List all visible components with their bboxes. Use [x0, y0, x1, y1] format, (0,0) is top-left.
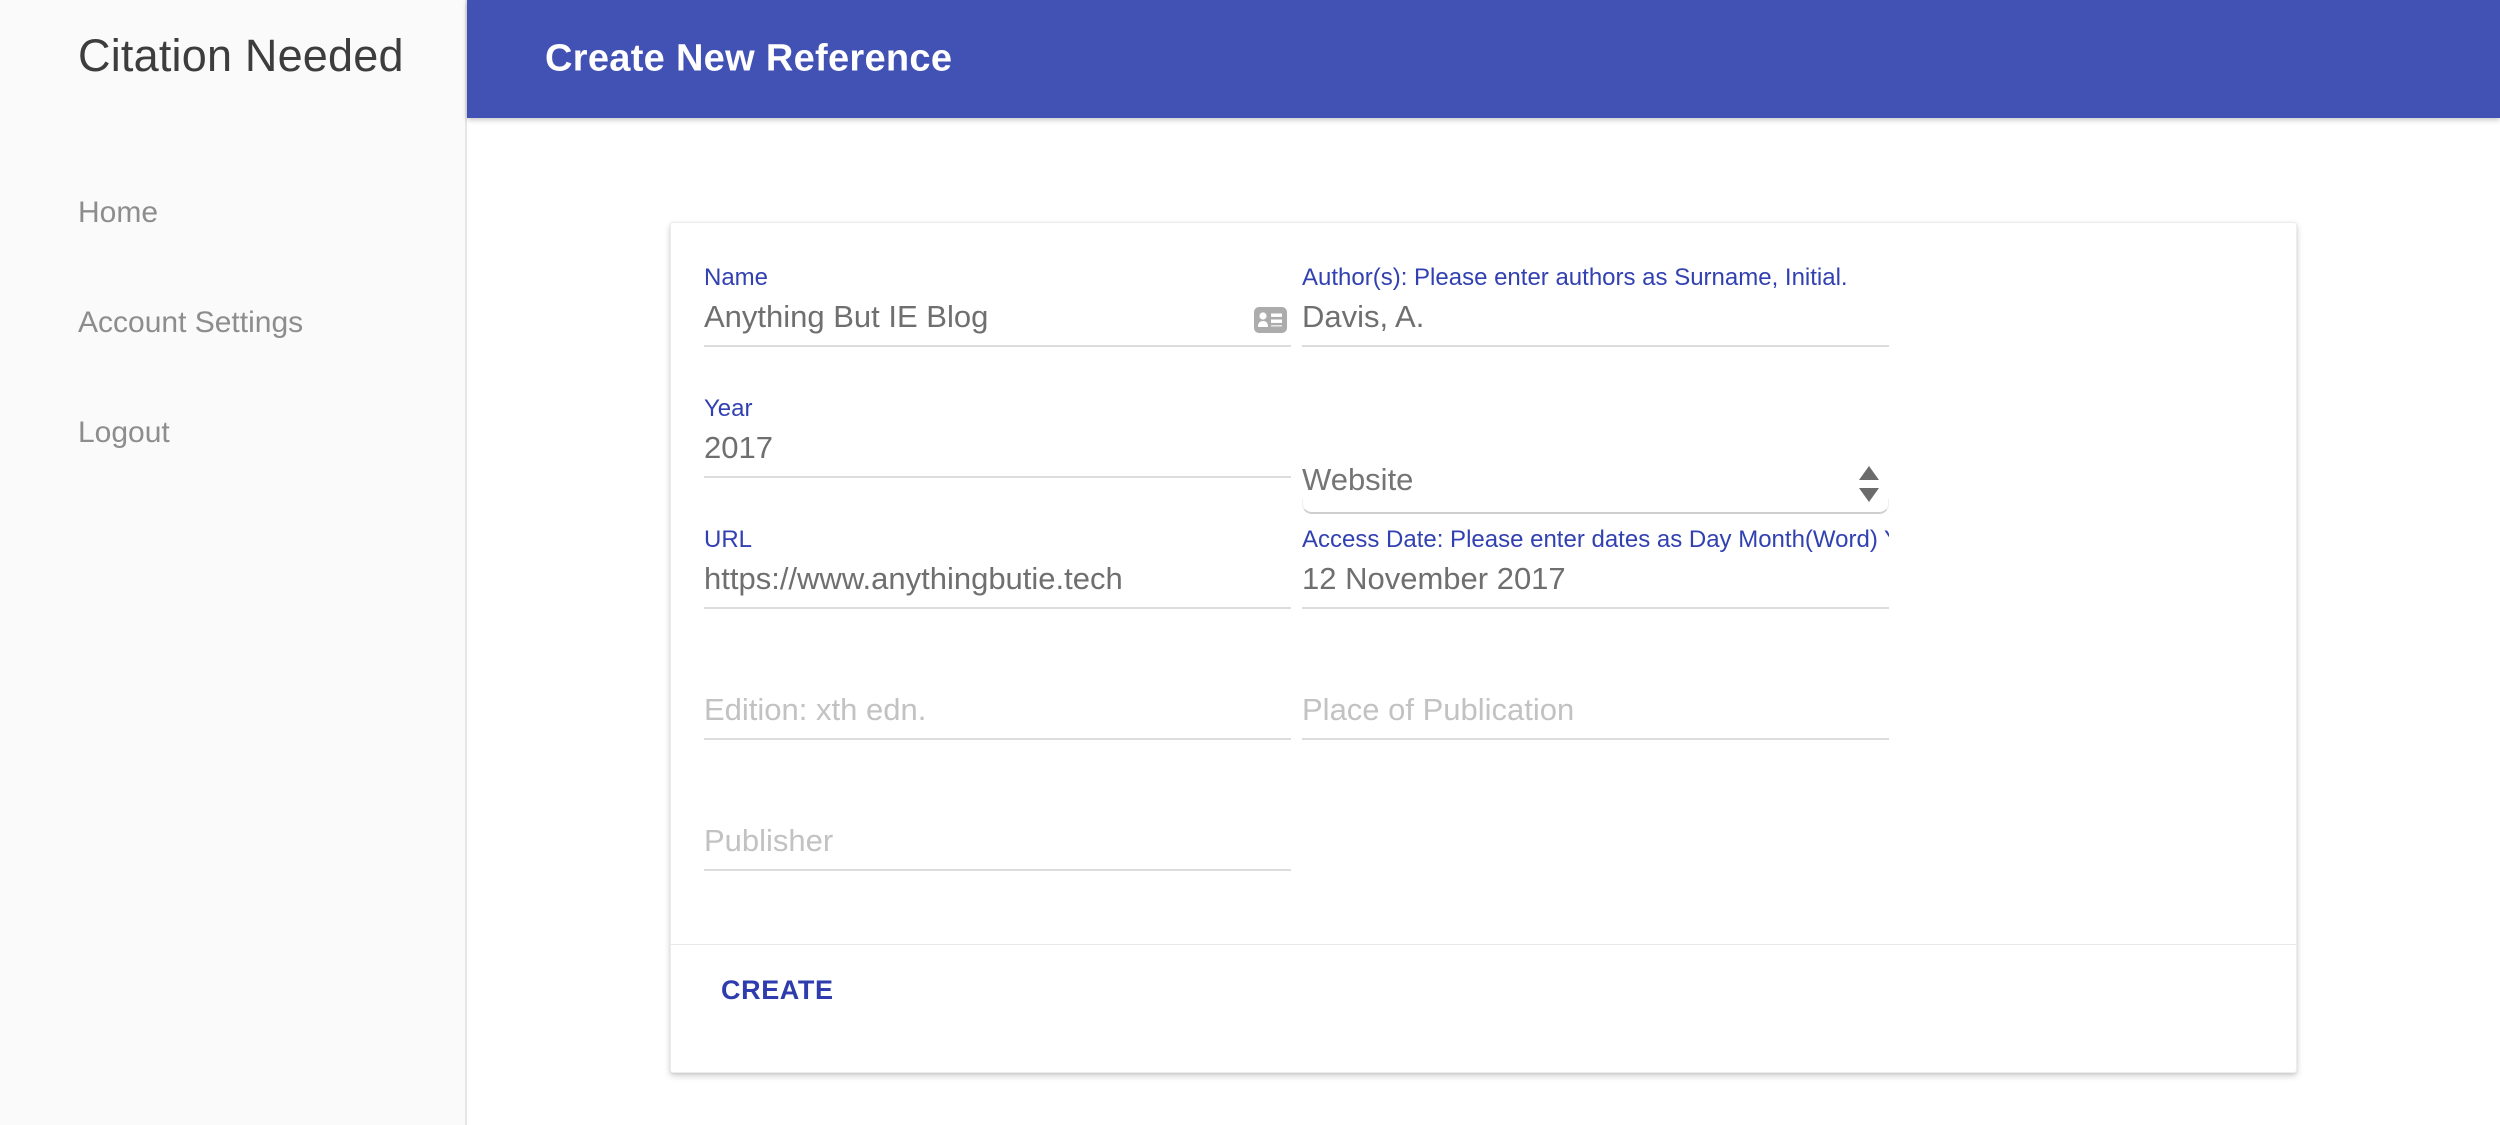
edition-input[interactable]	[704, 688, 1291, 740]
contact-card-autofill-icon[interactable]	[1254, 307, 1287, 333]
access-date-field-group: Access Date: Please enter dates as Day M…	[1302, 525, 1889, 656]
publisher-field-group	[704, 787, 1291, 918]
reference-type-field-label	[1302, 394, 1889, 426]
sidebar: Citation Needed Home Account Settings Lo…	[0, 0, 467, 1125]
create-button[interactable]: CREATE	[705, 963, 850, 1018]
name-field-label: Name	[704, 264, 769, 291]
sidebar-item-home[interactable]: Home	[78, 196, 158, 230]
year-field-label: Year	[704, 395, 753, 422]
card-footer: CREATE	[671, 945, 2296, 1072]
name-input[interactable]	[704, 295, 1291, 347]
authors-field-group: Author(s): Please enter authors as Surna…	[1302, 263, 1889, 394]
authors-field-label: Author(s): Please enter authors as Surna…	[1302, 264, 1848, 291]
app-window: Citation Needed Home Account Settings Lo…	[0, 0, 2500, 1125]
year-field-group: Year	[704, 394, 1291, 525]
place-of-publication-field-group	[1302, 656, 1889, 787]
empty-grid-cell	[1302, 787, 1889, 918]
year-input[interactable]	[704, 426, 1291, 478]
select-up-down-arrows-icon	[1859, 466, 1879, 502]
publisher-field-label	[704, 787, 1291, 819]
name-field-group: Name	[704, 263, 1291, 394]
reference-form-card: Name Author(s): Please enter authors as …	[670, 222, 2297, 1073]
reference-type-field-group: Website	[1302, 394, 1889, 525]
url-field-group: URL	[704, 525, 1291, 656]
edition-field-group	[704, 656, 1291, 787]
authors-input[interactable]	[1302, 295, 1889, 347]
app-title: Citation Needed	[78, 30, 404, 81]
place-of-publication-field-label	[1302, 656, 1889, 688]
reference-type-selected-value: Website	[1302, 462, 1414, 497]
place-of-publication-input[interactable]	[1302, 688, 1889, 740]
app-header: Create New Reference	[467, 0, 2500, 118]
sidebar-item-logout[interactable]: Logout	[78, 416, 170, 450]
reference-type-select[interactable]: Website	[1302, 458, 1889, 514]
reference-form: Name Author(s): Please enter authors as …	[704, 263, 1889, 918]
sidebar-item-account-settings[interactable]: Account Settings	[78, 306, 303, 340]
edition-field-label	[704, 656, 1291, 688]
page-title: Create New Reference	[545, 37, 953, 80]
publisher-input[interactable]	[704, 819, 1291, 871]
url-field-label: URL	[704, 526, 753, 553]
access-date-field-label: Access Date: Please enter dates as Day M…	[1302, 526, 1889, 553]
url-input[interactable]	[704, 557, 1291, 609]
access-date-input[interactable]	[1302, 557, 1889, 609]
select-underline	[1302, 499, 1889, 514]
